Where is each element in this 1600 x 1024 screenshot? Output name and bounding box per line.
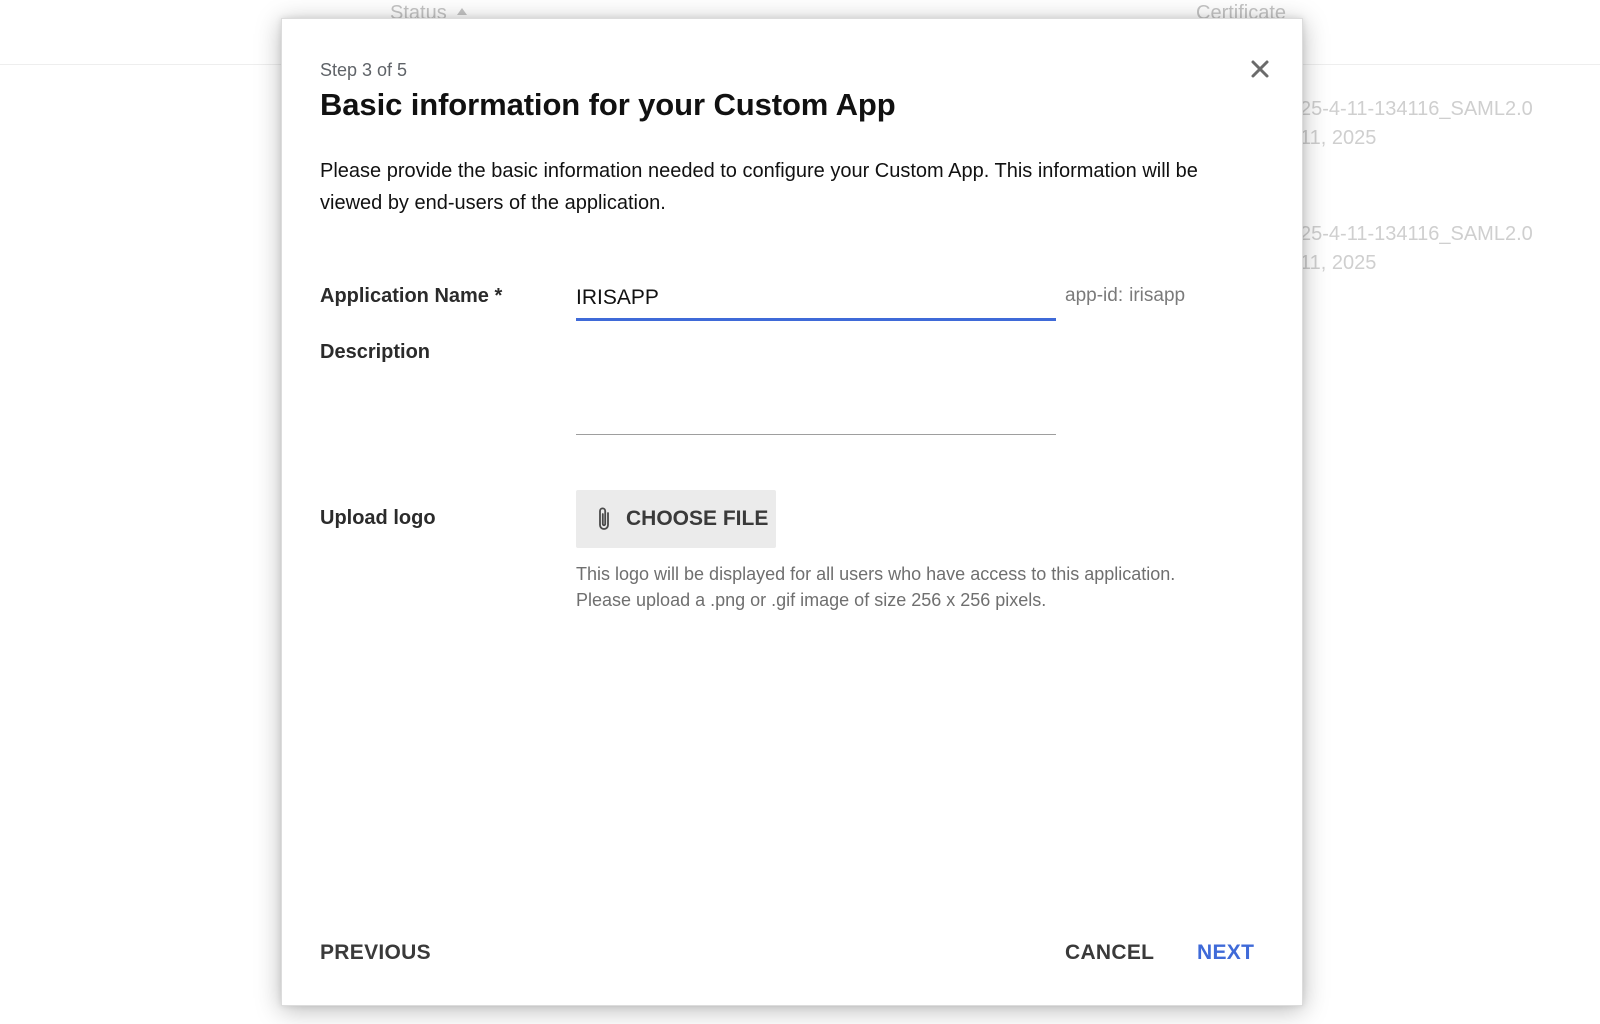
- certificate-date: 11, 2025: [1300, 252, 1377, 274]
- custom-app-dialog: Step 3 of 5 Basic information for your C…: [281, 18, 1303, 1006]
- certificate-date: 11, 2025: [1300, 127, 1377, 149]
- app-id-label: app-id:: [1065, 285, 1124, 306]
- background-certificate-cell: 25-4-11-134116_SAML2.0 11, 2025: [1300, 95, 1533, 153]
- dialog-title: Basic information for your Custom App: [320, 87, 896, 122]
- application-name-label: Application Name *: [320, 285, 503, 307]
- paperclip-icon: [594, 504, 614, 534]
- upload-logo-label: Upload logo: [320, 507, 436, 529]
- description-input[interactable]: [576, 337, 1056, 435]
- choose-file-label: CHOOSE FILE: [626, 507, 769, 530]
- step-indicator: Step 3 of 5: [320, 60, 408, 80]
- certificate-name: 25-4-11-134116_SAML2.0: [1300, 223, 1533, 245]
- dialog-intro: Please provide the basic information nee…: [320, 160, 1198, 214]
- app-id-display: app-id: irisapp: [1065, 285, 1185, 307]
- description-label: Description: [320, 341, 431, 363]
- logo-hint: This logo will be displayed for all user…: [576, 561, 1276, 613]
- previous-button[interactable]: PREVIOUS: [320, 941, 431, 965]
- cancel-button[interactable]: CANCEL: [1065, 941, 1154, 965]
- application-name-input[interactable]: [576, 277, 1056, 321]
- close-button[interactable]: [1244, 53, 1276, 85]
- app-id-value: irisapp: [1129, 285, 1186, 306]
- background-certificate-cell: 25-4-11-134116_SAML2.0 11, 2025: [1300, 220, 1533, 278]
- close-icon: [1244, 53, 1276, 85]
- certificate-name: 25-4-11-134116_SAML2.0: [1300, 98, 1533, 120]
- next-button[interactable]: NEXT: [1197, 941, 1254, 965]
- logo-hint-line-2: Please upload a .png or .gif image of si…: [576, 590, 1047, 610]
- logo-hint-line-1: This logo will be displayed for all user…: [576, 564, 1176, 584]
- sort-up-icon: [456, 8, 467, 16]
- choose-file-button[interactable]: CHOOSE FILE: [576, 490, 776, 548]
